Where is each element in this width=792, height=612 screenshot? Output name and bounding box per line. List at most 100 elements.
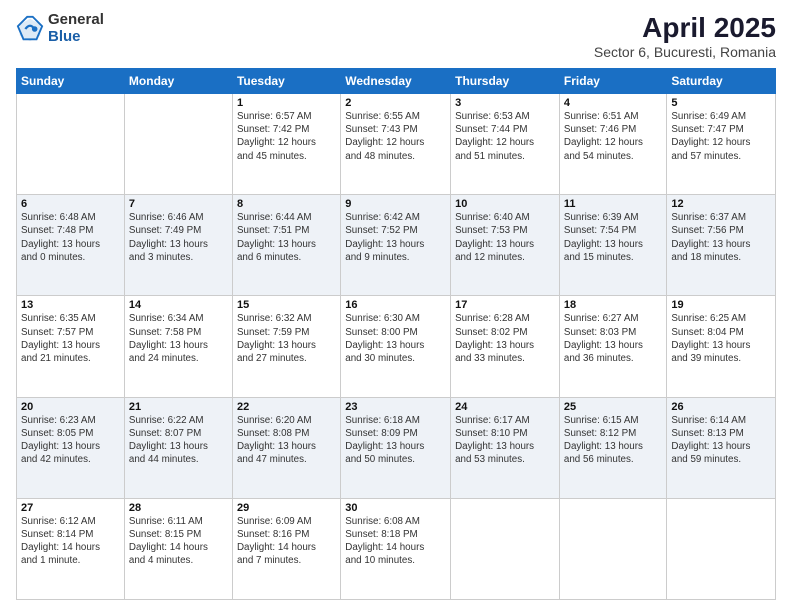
day-detail: Sunrise: 6:27 AM Sunset: 8:03 PM Dayligh…: [564, 312, 662, 365]
calendar-week-row: 27Sunrise: 6:12 AM Sunset: 8:14 PM Dayli…: [17, 498, 776, 599]
table-row: 13Sunrise: 6:35 AM Sunset: 7:57 PM Dayli…: [17, 296, 125, 397]
calendar-title: April 2025: [594, 12, 776, 44]
table-row: [667, 498, 776, 599]
day-detail: Sunrise: 6:40 AM Sunset: 7:53 PM Dayligh…: [455, 211, 555, 264]
header-thursday: Thursday: [451, 69, 560, 94]
day-number: 12: [671, 198, 771, 210]
day-number: 7: [129, 198, 228, 210]
calendar-page: General Blue April 2025 Sector 6, Bucure…: [0, 0, 792, 612]
table-row: 1Sunrise: 6:57 AM Sunset: 7:42 PM Daylig…: [232, 94, 340, 195]
day-number: 28: [129, 502, 228, 514]
day-detail: Sunrise: 6:12 AM Sunset: 8:14 PM Dayligh…: [21, 515, 120, 568]
table-row: 28Sunrise: 6:11 AM Sunset: 8:15 PM Dayli…: [124, 498, 232, 599]
table-row: 23Sunrise: 6:18 AM Sunset: 8:09 PM Dayli…: [341, 397, 451, 498]
day-detail: Sunrise: 6:14 AM Sunset: 8:13 PM Dayligh…: [671, 414, 771, 467]
header-tuesday: Tuesday: [232, 69, 340, 94]
day-number: 17: [455, 299, 555, 311]
day-detail: Sunrise: 6:30 AM Sunset: 8:00 PM Dayligh…: [345, 312, 446, 365]
day-number: 26: [671, 401, 771, 413]
header-wednesday: Wednesday: [341, 69, 451, 94]
day-number: 15: [237, 299, 336, 311]
day-detail: Sunrise: 6:35 AM Sunset: 7:57 PM Dayligh…: [21, 312, 120, 365]
table-row: 4Sunrise: 6:51 AM Sunset: 7:46 PM Daylig…: [559, 94, 666, 195]
day-number: 13: [21, 299, 120, 311]
table-row: 29Sunrise: 6:09 AM Sunset: 8:16 PM Dayli…: [232, 498, 340, 599]
day-number: 2: [345, 97, 446, 109]
table-row: 22Sunrise: 6:20 AM Sunset: 8:08 PM Dayli…: [232, 397, 340, 498]
day-number: 21: [129, 401, 228, 413]
table-row: 11Sunrise: 6:39 AM Sunset: 7:54 PM Dayli…: [559, 195, 666, 296]
day-detail: Sunrise: 6:28 AM Sunset: 8:02 PM Dayligh…: [455, 312, 555, 365]
header-monday: Monday: [124, 69, 232, 94]
day-number: 16: [345, 299, 446, 311]
day-detail: Sunrise: 6:17 AM Sunset: 8:10 PM Dayligh…: [455, 414, 555, 467]
table-row: 20Sunrise: 6:23 AM Sunset: 8:05 PM Dayli…: [17, 397, 125, 498]
day-number: 14: [129, 299, 228, 311]
day-detail: Sunrise: 6:22 AM Sunset: 8:07 PM Dayligh…: [129, 414, 228, 467]
logo-blue: Blue: [48, 29, 104, 46]
header-friday: Friday: [559, 69, 666, 94]
day-detail: Sunrise: 6:57 AM Sunset: 7:42 PM Dayligh…: [237, 110, 336, 163]
calendar-week-row: 13Sunrise: 6:35 AM Sunset: 7:57 PM Dayli…: [17, 296, 776, 397]
day-detail: Sunrise: 6:23 AM Sunset: 8:05 PM Dayligh…: [21, 414, 120, 467]
calendar-week-row: 20Sunrise: 6:23 AM Sunset: 8:05 PM Dayli…: [17, 397, 776, 498]
calendar-header-row: Sunday Monday Tuesday Wednesday Thursday…: [17, 69, 776, 94]
table-row: 30Sunrise: 6:08 AM Sunset: 8:18 PM Dayli…: [341, 498, 451, 599]
day-detail: Sunrise: 6:11 AM Sunset: 8:15 PM Dayligh…: [129, 515, 228, 568]
day-number: 5: [671, 97, 771, 109]
table-row: 6Sunrise: 6:48 AM Sunset: 7:48 PM Daylig…: [17, 195, 125, 296]
day-number: 8: [237, 198, 336, 210]
day-detail: Sunrise: 6:51 AM Sunset: 7:46 PM Dayligh…: [564, 110, 662, 163]
day-detail: Sunrise: 6:46 AM Sunset: 7:49 PM Dayligh…: [129, 211, 228, 264]
table-row: 24Sunrise: 6:17 AM Sunset: 8:10 PM Dayli…: [451, 397, 560, 498]
header-sunday: Sunday: [17, 69, 125, 94]
day-detail: Sunrise: 6:48 AM Sunset: 7:48 PM Dayligh…: [21, 211, 120, 264]
day-detail: Sunrise: 6:44 AM Sunset: 7:51 PM Dayligh…: [237, 211, 336, 264]
table-row: 21Sunrise: 6:22 AM Sunset: 8:07 PM Dayli…: [124, 397, 232, 498]
day-number: 19: [671, 299, 771, 311]
day-number: 9: [345, 198, 446, 210]
day-number: 18: [564, 299, 662, 311]
day-detail: Sunrise: 6:32 AM Sunset: 7:59 PM Dayligh…: [237, 312, 336, 365]
calendar-week-row: 1Sunrise: 6:57 AM Sunset: 7:42 PM Daylig…: [17, 94, 776, 195]
table-row: 2Sunrise: 6:55 AM Sunset: 7:43 PM Daylig…: [341, 94, 451, 195]
calendar-table: Sunday Monday Tuesday Wednesday Thursday…: [16, 68, 776, 600]
table-row: 25Sunrise: 6:15 AM Sunset: 8:12 PM Dayli…: [559, 397, 666, 498]
day-detail: Sunrise: 6:20 AM Sunset: 8:08 PM Dayligh…: [237, 414, 336, 467]
day-detail: Sunrise: 6:09 AM Sunset: 8:16 PM Dayligh…: [237, 515, 336, 568]
table-row: 16Sunrise: 6:30 AM Sunset: 8:00 PM Dayli…: [341, 296, 451, 397]
table-row: [451, 498, 560, 599]
table-row: 12Sunrise: 6:37 AM Sunset: 7:56 PM Dayli…: [667, 195, 776, 296]
table-row: [17, 94, 125, 195]
header: General Blue April 2025 Sector 6, Bucure…: [16, 12, 776, 60]
table-row: 19Sunrise: 6:25 AM Sunset: 8:04 PM Dayli…: [667, 296, 776, 397]
day-number: 25: [564, 401, 662, 413]
day-detail: Sunrise: 6:39 AM Sunset: 7:54 PM Dayligh…: [564, 211, 662, 264]
table-row: 8Sunrise: 6:44 AM Sunset: 7:51 PM Daylig…: [232, 195, 340, 296]
table-row: 5Sunrise: 6:49 AM Sunset: 7:47 PM Daylig…: [667, 94, 776, 195]
day-number: 24: [455, 401, 555, 413]
table-row: 18Sunrise: 6:27 AM Sunset: 8:03 PM Dayli…: [559, 296, 666, 397]
day-number: 10: [455, 198, 555, 210]
day-detail: Sunrise: 6:53 AM Sunset: 7:44 PM Dayligh…: [455, 110, 555, 163]
table-row: 17Sunrise: 6:28 AM Sunset: 8:02 PM Dayli…: [451, 296, 560, 397]
table-row: 10Sunrise: 6:40 AM Sunset: 7:53 PM Dayli…: [451, 195, 560, 296]
logo-icon: [16, 15, 44, 43]
calendar-week-row: 6Sunrise: 6:48 AM Sunset: 7:48 PM Daylig…: [17, 195, 776, 296]
day-number: 4: [564, 97, 662, 109]
logo-general: General: [48, 12, 104, 29]
header-saturday: Saturday: [667, 69, 776, 94]
table-row: 7Sunrise: 6:46 AM Sunset: 7:49 PM Daylig…: [124, 195, 232, 296]
day-number: 22: [237, 401, 336, 413]
table-row: 27Sunrise: 6:12 AM Sunset: 8:14 PM Dayli…: [17, 498, 125, 599]
day-detail: Sunrise: 6:18 AM Sunset: 8:09 PM Dayligh…: [345, 414, 446, 467]
day-number: 23: [345, 401, 446, 413]
table-row: 3Sunrise: 6:53 AM Sunset: 7:44 PM Daylig…: [451, 94, 560, 195]
logo: General Blue: [16, 12, 104, 45]
day-detail: Sunrise: 6:34 AM Sunset: 7:58 PM Dayligh…: [129, 312, 228, 365]
day-detail: Sunrise: 6:42 AM Sunset: 7:52 PM Dayligh…: [345, 211, 446, 264]
day-detail: Sunrise: 6:08 AM Sunset: 8:18 PM Dayligh…: [345, 515, 446, 568]
day-number: 30: [345, 502, 446, 514]
day-number: 6: [21, 198, 120, 210]
day-detail: Sunrise: 6:37 AM Sunset: 7:56 PM Dayligh…: [671, 211, 771, 264]
